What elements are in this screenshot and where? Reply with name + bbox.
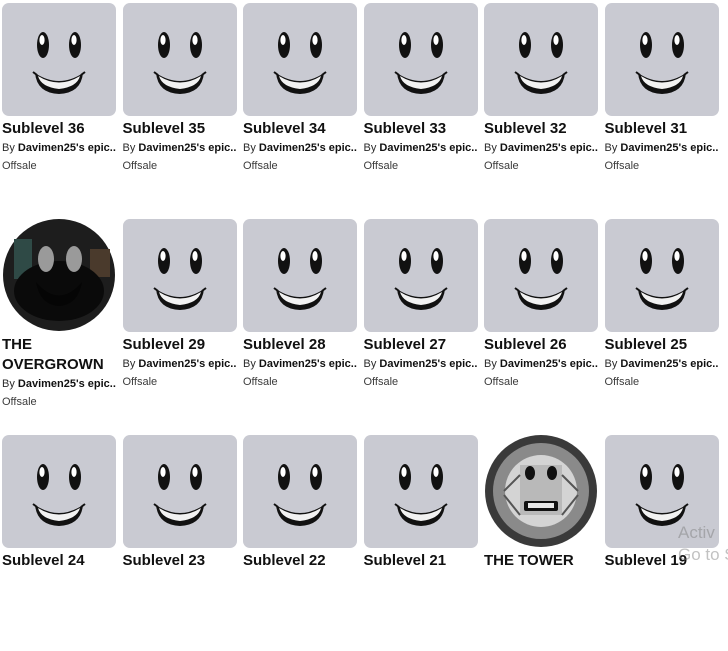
catalog-grid: Sublevel 36 By Davimen25's epic... Offsa… (2, 3, 719, 651)
item-status: Offsale (363, 160, 399, 172)
item-status: Offsale (484, 376, 519, 388)
item-creator[interactable]: By Davimen25's epic... (123, 140, 237, 156)
item-thumbnail[interactable] (2, 219, 116, 332)
smile-face-icon (273, 248, 327, 310)
item-name[interactable]: Sublevel 19 (605, 551, 719, 571)
item-name[interactable]: Sublevel 28 (243, 335, 357, 355)
item-thumbnail[interactable] (604, 3, 719, 116)
item-thumbnail[interactable] (2, 435, 116, 548)
smile-face-icon (273, 464, 327, 526)
item-status: Offsale (2, 160, 37, 172)
smile-face-icon (152, 464, 207, 526)
item-card[interactable]: THE TOWER (484, 435, 598, 651)
smile-face-icon (32, 464, 86, 526)
item-name[interactable]: Sublevel 33 (364, 119, 478, 139)
smile-face-icon (634, 248, 689, 310)
item-name[interactable]: Sublevel 22 (243, 551, 357, 571)
item-name[interactable]: Sublevel 23 (123, 551, 237, 571)
item-thumbnail[interactable] (122, 435, 237, 548)
item-thumbnail[interactable] (122, 219, 237, 332)
item-card[interactable]: Sublevel 34 By Davimen25's epic... Offsa… (243, 3, 357, 219)
item-creator[interactable]: By Davimen25's epic... (123, 356, 237, 372)
item-thumbnail[interactable] (484, 219, 598, 332)
item-thumbnail[interactable] (363, 3, 478, 116)
item-thumbnail[interactable] (604, 219, 719, 332)
item-creator[interactable]: By Davimen25's epic... (243, 140, 357, 156)
item-card[interactable]: Sublevel 22 (243, 435, 357, 651)
smile-face-icon (634, 464, 689, 526)
item-card[interactable]: Sublevel 27 By Davimen25's epic... Offsa… (363, 219, 478, 435)
item-status: Offsale (243, 160, 278, 172)
item-creator[interactable]: By Davimen25's epic... (605, 140, 719, 156)
item-status: Offsale (363, 376, 399, 388)
item-creator[interactable]: By Davimen25's epic... (484, 356, 598, 372)
smile-face-icon (273, 32, 327, 94)
item-status: Offsale (122, 160, 158, 172)
item-thumbnail[interactable] (363, 219, 478, 332)
item-card[interactable]: Sublevel 32 By Davimen25's epic... Offsa… (484, 3, 598, 219)
overgrown-thumbnail-icon (2, 219, 116, 332)
item-card[interactable]: Sublevel 24 (2, 435, 116, 651)
smile-face-icon (152, 248, 207, 310)
smile-face-icon (32, 32, 86, 94)
item-name[interactable]: Sublevel 27 (364, 335, 478, 355)
tower-thumbnail-icon (484, 435, 598, 548)
item-creator[interactable]: By Davimen25's epic... (2, 376, 116, 392)
item-name[interactable]: Sublevel 32 (484, 119, 598, 139)
item-card[interactable]: Sublevel 25 By Davimen25's epic... Offsa… (604, 219, 719, 435)
item-thumbnail[interactable] (243, 435, 357, 548)
item-card[interactable]: Sublevel 33 By Davimen25's epic... Offsa… (363, 3, 478, 219)
item-card[interactable]: Sublevel 23 (122, 435, 237, 651)
item-thumbnail[interactable] (484, 435, 598, 548)
item-thumbnail[interactable] (363, 435, 478, 548)
item-creator[interactable]: By Davimen25's epic... (364, 356, 478, 372)
smile-face-icon (634, 32, 689, 94)
item-creator[interactable]: By Davimen25's epic... (243, 356, 357, 372)
item-card[interactable]: Sublevel 31 By Davimen25's epic... Offsa… (604, 3, 719, 219)
smile-face-icon (393, 464, 448, 526)
item-thumbnail[interactable] (243, 219, 357, 332)
item-thumbnail[interactable] (604, 435, 719, 548)
item-status: Offsale (2, 396, 37, 408)
smile-face-icon (514, 248, 568, 310)
item-card[interactable]: Sublevel 29 By Davimen25's epic... Offsa… (122, 219, 237, 435)
item-status: Offsale (122, 376, 158, 388)
smile-face-icon (393, 32, 448, 94)
item-creator[interactable]: By Davimen25's epic... (605, 356, 719, 372)
item-creator[interactable]: By Davimen25's epic... (484, 140, 598, 156)
item-name[interactable]: Sublevel 36 (2, 119, 116, 139)
item-name[interactable]: THE OVERGROWN (2, 335, 104, 375)
item-status: Offsale (484, 160, 519, 172)
item-card[interactable]: THE OVERGROWN By Davimen25's epic... Off… (2, 219, 116, 435)
item-card[interactable]: Sublevel 19 (604, 435, 719, 651)
item-name[interactable]: Sublevel 24 (2, 551, 116, 571)
item-creator[interactable]: By Davimen25's epic... (2, 140, 116, 156)
item-card[interactable]: Sublevel 26 By Davimen25's epic... Offsa… (484, 219, 598, 435)
item-status: Offsale (604, 376, 640, 388)
item-card[interactable]: Sublevel 21 (363, 435, 478, 651)
item-name[interactable]: Sublevel 26 (484, 335, 598, 355)
item-card[interactable]: Sublevel 35 By Davimen25's epic... Offsa… (122, 3, 237, 219)
item-name[interactable]: THE TOWER (484, 551, 598, 571)
smile-face-icon (152, 32, 207, 94)
item-creator[interactable]: By Davimen25's epic... (364, 140, 478, 156)
item-card[interactable]: Sublevel 28 By Davimen25's epic... Offsa… (243, 219, 357, 435)
smile-face-icon (514, 32, 568, 94)
item-name[interactable]: Sublevel 31 (605, 119, 719, 139)
item-card[interactable]: Sublevel 36 By Davimen25's epic... Offsa… (2, 3, 116, 219)
item-thumbnail[interactable] (122, 3, 237, 116)
smile-face-icon (393, 248, 448, 310)
item-name[interactable]: Sublevel 34 (243, 119, 357, 139)
item-status: Offsale (604, 160, 640, 172)
item-thumbnail[interactable] (243, 3, 357, 116)
item-status: Offsale (243, 376, 278, 388)
item-name[interactable]: Sublevel 21 (364, 551, 478, 571)
item-thumbnail[interactable] (2, 3, 116, 116)
item-name[interactable]: Sublevel 25 (605, 335, 719, 355)
item-name[interactable]: Sublevel 29 (123, 335, 237, 355)
item-name[interactable]: Sublevel 35 (123, 119, 237, 139)
item-thumbnail[interactable] (484, 3, 598, 116)
